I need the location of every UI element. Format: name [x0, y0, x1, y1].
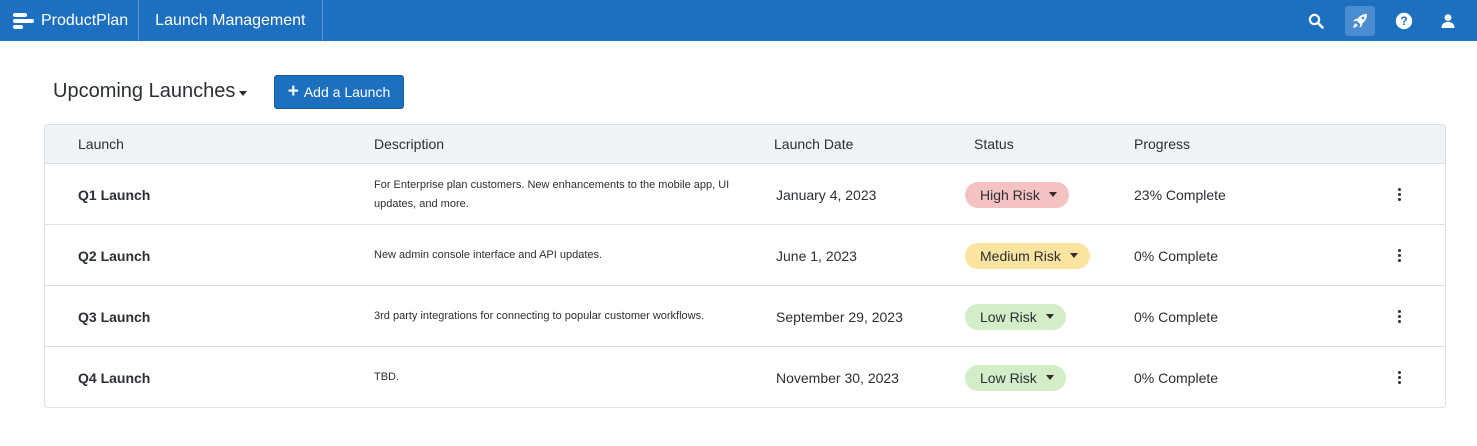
- launch-date: September 29, 2023: [776, 308, 903, 325]
- status-label: Medium Risk: [980, 247, 1061, 264]
- user-account-button[interactable]: [1433, 6, 1463, 36]
- launches-table: Launch Description Launch Date Status Pr…: [44, 124, 1446, 408]
- table-row[interactable]: Q4 Launch TBD. November 30, 2023 Low Ris…: [45, 347, 1445, 407]
- row-menu-button[interactable]: [1391, 347, 1407, 407]
- help-button[interactable]: ?: [1389, 6, 1419, 36]
- launch-name[interactable]: Q4 Launch: [78, 347, 150, 407]
- user-icon: [1441, 13, 1455, 28]
- status-cell: Low Risk: [965, 286, 1066, 347]
- column-header-description: Description: [374, 136, 445, 152]
- caret-down-icon: [1045, 314, 1054, 319]
- launch-progress: 0% Complete: [1134, 369, 1219, 386]
- search-icon: [1308, 13, 1324, 29]
- launch-progress: 23% Complete: [1134, 186, 1226, 203]
- status-cell: Low Risk: [965, 347, 1066, 407]
- search-button[interactable]: [1301, 6, 1331, 36]
- table-row[interactable]: Q3 Launch 3rd party integrations for con…: [45, 286, 1445, 347]
- launch-progress: 0% Complete: [1134, 308, 1219, 325]
- launch-description: For Enterprise plan customers. New enhan…: [374, 178, 730, 210]
- top-nav-icons: ?: [1301, 0, 1477, 41]
- launch-progress: 0% Complete: [1134, 247, 1219, 264]
- status-label: Low Risk: [980, 308, 1037, 325]
- row-menu-button[interactable]: [1391, 225, 1407, 286]
- launch-date: June 1, 2023: [776, 247, 857, 264]
- more-vertical-icon: [1397, 371, 1401, 385]
- status-dropdown[interactable]: Low Risk: [965, 364, 1066, 391]
- status-dropdown[interactable]: Low Risk: [965, 303, 1066, 330]
- column-header-status: Status: [974, 136, 1014, 152]
- status-dropdown[interactable]: Medium Risk: [965, 242, 1090, 269]
- svg-text:?: ?: [1400, 14, 1407, 28]
- column-header-progress: Progress: [1134, 136, 1191, 152]
- more-vertical-icon: [1397, 249, 1401, 263]
- app-name[interactable]: Launch Management: [139, 0, 323, 41]
- chevron-down-icon: [239, 90, 248, 96]
- status-dropdown[interactable]: High Risk: [965, 181, 1069, 208]
- help-icon: ?: [1395, 12, 1413, 29]
- add-launch-button[interactable]: + Add a Launch: [274, 75, 404, 109]
- status-label: Low Risk: [980, 369, 1037, 386]
- table-header: Launch Description Launch Date Status Pr…: [45, 125, 1445, 164]
- status-cell: High Risk: [965, 164, 1069, 225]
- launch-description: 3rd party integrations for connecting to…: [374, 310, 705, 322]
- launch-name[interactable]: Q2 Launch: [78, 225, 150, 286]
- launch-description: New admin console interface and API upda…: [374, 249, 603, 261]
- productplan-logo-icon: [13, 12, 34, 29]
- caret-down-icon: [1069, 253, 1078, 258]
- column-header-launch-date: Launch Date: [774, 136, 854, 152]
- launch-name[interactable]: Q1 Launch: [78, 164, 150, 225]
- status-cell: Medium Risk: [965, 225, 1090, 286]
- launch-description: TBD.: [374, 371, 400, 383]
- launch-date: November 30, 2023: [776, 369, 899, 386]
- caret-down-icon: [1045, 375, 1054, 380]
- more-vertical-icon: [1397, 188, 1401, 202]
- add-launch-label: Add a Launch: [303, 84, 391, 100]
- view-title: Upcoming Launches: [53, 80, 236, 102]
- launch-view-dropdown[interactable]: Upcoming Launches: [53, 80, 248, 103]
- launch-name[interactable]: Q3 Launch: [78, 286, 150, 347]
- brand-name: ProductPlan: [41, 11, 129, 29]
- table-row[interactable]: Q2 Launch New admin console interface an…: [45, 225, 1445, 286]
- plus-icon: +: [287, 81, 299, 102]
- more-vertical-icon: [1397, 310, 1401, 324]
- row-menu-button[interactable]: [1391, 286, 1407, 347]
- status-label: High Risk: [980, 186, 1040, 203]
- rocket-icon: [1353, 13, 1367, 28]
- table-row[interactable]: Q1 Launch For Enterprise plan customers.…: [45, 164, 1445, 225]
- caret-down-icon: [1048, 192, 1057, 197]
- brand[interactable]: ProductPlan: [0, 0, 140, 41]
- top-navigation-bar: ProductPlan Launch Management ?: [0, 0, 1477, 41]
- column-header-launch: Launch: [78, 136, 124, 152]
- launches-button[interactable]: [1345, 5, 1375, 36]
- launch-date: January 4, 2023: [776, 186, 877, 203]
- row-menu-button[interactable]: [1391, 164, 1407, 225]
